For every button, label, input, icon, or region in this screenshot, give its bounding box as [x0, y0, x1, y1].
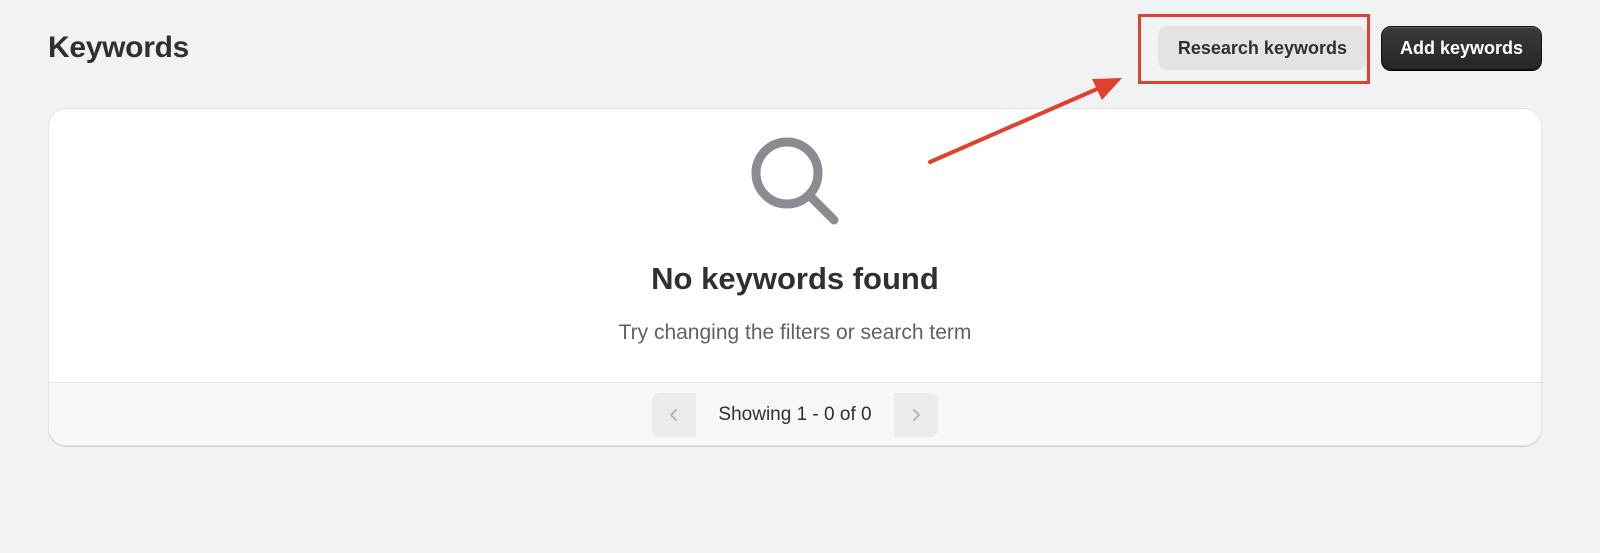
empty-state: No keywords found Try changing the filte… [49, 109, 1541, 382]
search-icon [751, 137, 839, 225]
research-keywords-button[interactable]: Research keywords [1157, 26, 1367, 70]
add-keywords-button[interactable]: Add keywords [1380, 26, 1542, 70]
next-page-button[interactable] [893, 393, 938, 437]
page-title: Keywords [48, 31, 189, 64]
keywords-card: No keywords found Try changing the filte… [48, 108, 1542, 446]
header-actions: Research keywords Add keywords [1157, 26, 1542, 70]
chevron-left-icon [670, 409, 678, 421]
empty-state-title: No keywords found [651, 261, 939, 296]
empty-state-subtitle: Try changing the filters or search term [618, 321, 972, 344]
chevron-right-icon [912, 409, 920, 421]
pagination-footer: Showing 1 - 0 of 0 [49, 382, 1541, 445]
pagination: Showing 1 - 0 of 0 [652, 393, 938, 437]
previous-page-button[interactable] [652, 393, 697, 437]
page-header: Keywords Research keywords Add keywords [48, 22, 1542, 74]
page: Keywords Research keywords Add keywords … [0, 0, 1600, 553]
pagination-label: Showing 1 - 0 of 0 [718, 404, 872, 425]
